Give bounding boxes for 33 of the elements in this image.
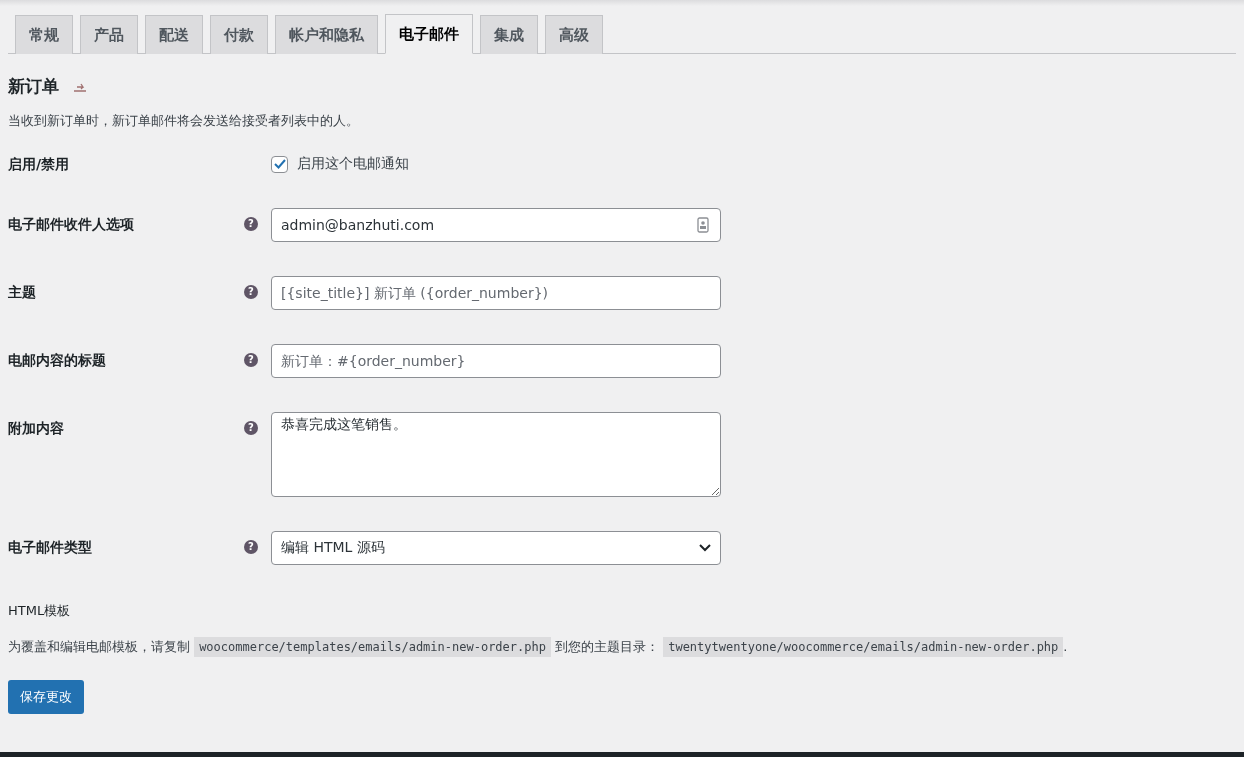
tab[interactable]: 集成 [480, 15, 538, 54]
help-icon: ? [244, 353, 258, 367]
tab[interactable]: 配送 [145, 15, 203, 54]
tab[interactable]: 产品 [80, 15, 138, 54]
description-text: 当收到新订单时，新订单邮件将会发送给接受者列表中的人。 [8, 112, 360, 130]
help-icon: ? [244, 540, 258, 554]
tab[interactable]: 高级 [545, 15, 603, 54]
help-icon: ? [244, 421, 258, 435]
help-icon: ? [244, 217, 258, 231]
checkmark-icon [272, 157, 287, 171]
tab[interactable]: 帐户和隐私 [275, 15, 378, 54]
tab[interactable]: 电子邮件 [385, 14, 473, 54]
save-button[interactable]: 保存更改 [8, 680, 84, 714]
field-label: 电子邮件收件人选项 [8, 215, 135, 234]
select-dropdown[interactable]: 编辑 HTML 源码 [271, 531, 721, 565]
field-label: 主题 [8, 283, 37, 302]
text-input[interactable]: [{site_title}] 新订单 ({order_number}) [271, 276, 721, 310]
text-input[interactable]: admin@banzhuti.com [271, 208, 721, 242]
textarea-field[interactable]: 恭喜完成这笔销售。 [271, 412, 721, 497]
template-heading: HTML模板 [8, 602, 72, 620]
field-label: 电子邮件类型 [8, 538, 93, 557]
checkbox-label: 启用这个电邮通知 [297, 155, 409, 173]
field-label: 电邮内容的标题 [8, 351, 107, 370]
field-label: 启用/禁用 [8, 156, 71, 174]
template-instructions: 为覆盖和编辑电邮模板，请复制 woocommerce/templates/emails/admin-new-order.php 到您的主题目录： twentytwentyone/woocommerce/emails/admin-new-order.php . [8, 638, 1236, 656]
tab[interactable]: 付款 [210, 15, 268, 54]
section-title: 新订单 [8, 74, 59, 98]
help-icon: ? [244, 285, 258, 299]
chevron-down-icon [699, 544, 711, 552]
checkbox[interactable] [271, 155, 288, 173]
tab[interactable]: 常规 [15, 15, 73, 54]
field-label: 附加内容 [8, 419, 65, 438]
text-input[interactable]: 新订单：#{order_number} [271, 344, 721, 378]
